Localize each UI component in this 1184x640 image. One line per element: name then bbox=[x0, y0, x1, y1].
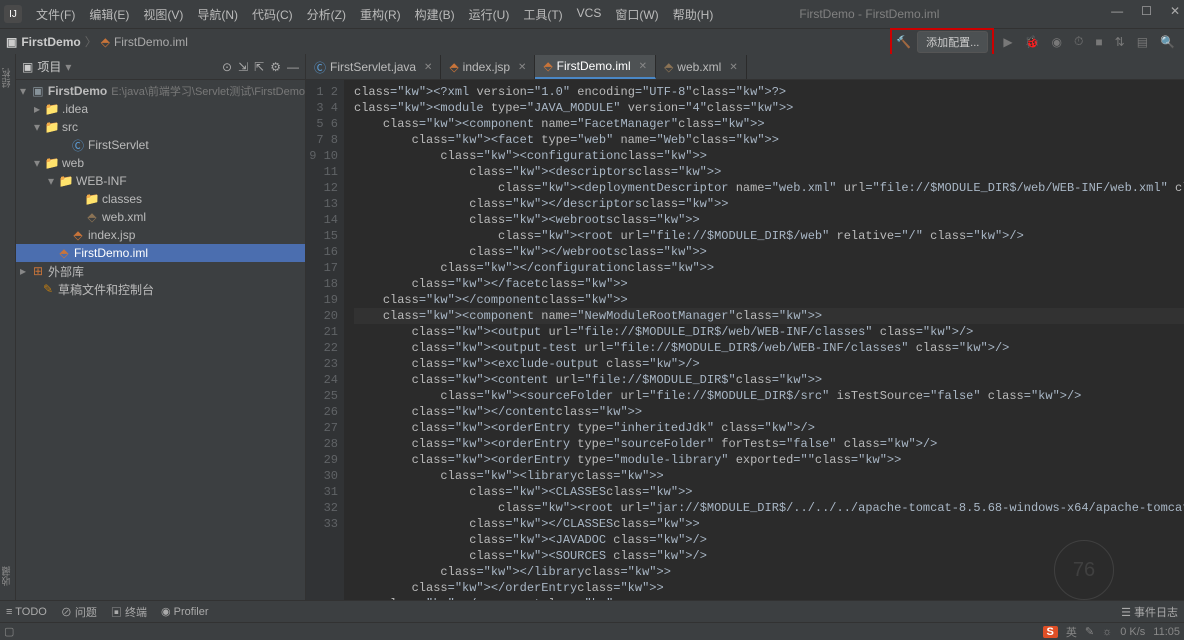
gear-icon[interactable]: ⚙ bbox=[270, 60, 281, 74]
tree-firstdemoiml[interactable]: ⬘FirstDemo.iml bbox=[16, 244, 305, 262]
close-tab-icon[interactable]: ✕ bbox=[639, 61, 647, 72]
menu-file[interactable]: 文件(F) bbox=[30, 4, 81, 25]
project-icon: ▣ bbox=[6, 35, 17, 49]
menubar: 文件(F) 编辑(E) 视图(V) 导航(N) 代码(C) 分析(Z) 重构(R… bbox=[30, 4, 719, 25]
structure-tab[interactable]: 结构 bbox=[0, 64, 15, 92]
code-editor[interactable]: class="kw"><?xml version="1.0" encoding=… bbox=[344, 80, 1184, 600]
update-icon[interactable]: ⇅ bbox=[1112, 35, 1128, 49]
select-opened-icon[interactable]: ⊙ bbox=[222, 60, 232, 74]
profiler-tab[interactable]: ◉ Profiler bbox=[161, 605, 209, 618]
terminal-tab[interactable]: ▣ 终端 bbox=[111, 604, 147, 620]
run-icon[interactable]: ▶ bbox=[1000, 35, 1015, 49]
event-log-tab[interactable]: ☰ 事件日志 bbox=[1121, 604, 1178, 620]
tree-webxml[interactable]: ⬘web.xml bbox=[16, 208, 305, 226]
favorites-tab[interactable]: 收藏 bbox=[0, 562, 15, 590]
menu-help[interactable]: 帮助(H) bbox=[667, 4, 720, 25]
tab-webxml[interactable]: ⬘web.xml✕ bbox=[656, 55, 747, 79]
memory-indicator[interactable]: 76 bbox=[1054, 540, 1114, 600]
toolbar: ▣ FirstDemo 〉 ⬘ FirstDemo.iml 🔨 添加配置... … bbox=[0, 28, 1184, 54]
menu-edit[interactable]: 编辑(E) bbox=[83, 4, 135, 25]
tree-classes[interactable]: 📁classes bbox=[16, 190, 305, 208]
minimize-icon[interactable]: — bbox=[1111, 4, 1123, 18]
close-tab-icon[interactable]: ✕ bbox=[424, 62, 432, 73]
tab-firstdemoiml[interactable]: ⬘FirstDemo.iml✕ bbox=[535, 55, 656, 79]
debug-icon[interactable]: 🐞 bbox=[1022, 35, 1043, 49]
coverage-icon[interactable]: ◉ bbox=[1049, 35, 1065, 49]
add-configuration-button[interactable]: 添加配置... bbox=[917, 31, 988, 53]
project-panel-title[interactable]: 项目 bbox=[37, 58, 61, 75]
menu-run[interactable]: 运行(U) bbox=[463, 4, 516, 25]
close-icon[interactable]: ✕ bbox=[1170, 4, 1180, 18]
todo-tab[interactable]: ≡ TODO bbox=[6, 606, 47, 618]
window-title: FirstDemo - FirstDemo.iml bbox=[799, 7, 939, 21]
tool-windows-icon[interactable]: ▢ bbox=[4, 625, 14, 638]
menu-build[interactable]: 构建(B) bbox=[409, 4, 461, 25]
problems-tab[interactable]: ⊘ 问题 bbox=[61, 604, 97, 620]
ime-badge[interactable]: S bbox=[1043, 626, 1058, 638]
project-panel-icon: ▣ bbox=[22, 60, 33, 74]
structure-icon[interactable]: ▤ bbox=[1134, 35, 1151, 49]
project-panel: ▣ 项目 ▾ ⊙ ⇲ ⇱ ⚙ — ▾▣FirstDemoE:\java\前端学习… bbox=[16, 54, 306, 600]
tree-webinf[interactable]: ▾📁WEB-INF bbox=[16, 172, 305, 190]
status-bar: ▢ S 英 ✎ ☼ 0 K/s 11:05 bbox=[0, 622, 1184, 640]
editor-tabs: ⒸFirstServlet.java✕ ⬘index.jsp✕ ⬘FirstDe… bbox=[306, 54, 1184, 80]
profile-icon[interactable]: ⏱ bbox=[1071, 34, 1086, 49]
breadcrumb-project[interactable]: FirstDemo bbox=[21, 35, 80, 49]
menu-vcs[interactable]: VCS bbox=[571, 4, 608, 25]
tree-indexjsp[interactable]: ⬘index.jsp bbox=[16, 226, 305, 244]
menu-analyze[interactable]: 分析(Z) bbox=[301, 4, 352, 25]
app-logo: IJ bbox=[4, 5, 22, 23]
menu-code[interactable]: 代码(C) bbox=[246, 4, 299, 25]
collapse-all-icon[interactable]: ⇱ bbox=[254, 60, 264, 74]
menu-refactor[interactable]: 重构(R) bbox=[354, 4, 407, 25]
close-tab-icon[interactable]: ✕ bbox=[518, 62, 526, 73]
menu-window[interactable]: 窗口(W) bbox=[609, 4, 664, 25]
menu-view[interactable]: 视图(V) bbox=[137, 4, 189, 25]
menu-navigate[interactable]: 导航(N) bbox=[191, 4, 244, 25]
ime-settings-icon[interactable]: ☼ bbox=[1102, 626, 1112, 638]
hide-icon[interactable]: — bbox=[287, 60, 299, 74]
left-toolwindow-bar: 结构 收藏 bbox=[0, 54, 16, 600]
maximize-icon[interactable]: ☐ bbox=[1141, 4, 1152, 18]
tree-root[interactable]: ▾▣FirstDemoE:\java\前端学习\Servlet测试\FirstD… bbox=[16, 82, 305, 100]
bottom-toolbar: ≡ TODO ⊘ 问题 ▣ 终端 ◉ Profiler ☰ 事件日志 bbox=[0, 600, 1184, 622]
tree-web[interactable]: ▾📁web bbox=[16, 154, 305, 172]
titlebar: IJ 文件(F) 编辑(E) 视图(V) 导航(N) 代码(C) 分析(Z) 重… bbox=[0, 0, 1184, 28]
tree-idea[interactable]: ▸📁.idea bbox=[16, 100, 305, 118]
tab-firstservlet[interactable]: ⒸFirstServlet.java✕ bbox=[306, 55, 441, 79]
tree-src[interactable]: ▾📁src bbox=[16, 118, 305, 136]
run-config-highlight: 🔨 添加配置... bbox=[890, 28, 994, 56]
search-everywhere-icon[interactable]: 🔍 bbox=[1157, 35, 1178, 49]
ime-tool-icon[interactable]: ✎ bbox=[1085, 625, 1094, 638]
net-speed: 0 K/s bbox=[1120, 626, 1145, 638]
ime-lang[interactable]: 英 bbox=[1066, 624, 1077, 640]
line-gutter[interactable]: 1 2 3 4 5 6 7 8 9 10 11 12 13 14 15 16 1… bbox=[306, 80, 344, 600]
tree-firstservlet[interactable]: ⒸFirstServlet bbox=[16, 136, 305, 154]
tree-external-libraries[interactable]: ▸⊞外部库 bbox=[16, 262, 305, 280]
tab-indexjsp[interactable]: ⬘index.jsp✕ bbox=[441, 55, 535, 79]
close-tab-icon[interactable]: ✕ bbox=[729, 62, 737, 73]
expand-all-icon[interactable]: ⇲ bbox=[238, 60, 248, 74]
chevron-down-icon[interactable]: ▾ bbox=[65, 60, 71, 74]
project-tree[interactable]: ▾▣FirstDemoE:\java\前端学习\Servlet测试\FirstD… bbox=[16, 80, 305, 600]
menu-tools[interactable]: 工具(T) bbox=[517, 4, 568, 25]
stop-icon[interactable]: ■ bbox=[1092, 35, 1105, 49]
file-icon: ⬘ bbox=[101, 35, 110, 49]
breadcrumb: ▣ FirstDemo 〉 ⬘ FirstDemo.iml bbox=[6, 33, 188, 50]
time: 11:05 bbox=[1153, 626, 1180, 638]
tree-scratches[interactable]: ✎草稿文件和控制台 bbox=[16, 280, 305, 298]
breadcrumb-file[interactable]: FirstDemo.iml bbox=[114, 35, 188, 49]
build-icon[interactable]: 🔨 bbox=[896, 35, 911, 49]
